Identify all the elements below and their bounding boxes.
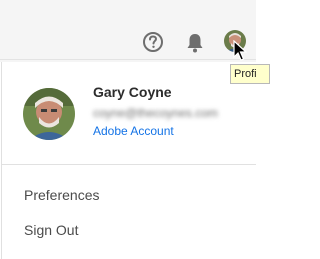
help-icon[interactable]	[142, 31, 164, 53]
profile-menu-panel: Gary Coyne coyne@thecoynes.com Adobe Acc…	[1, 62, 256, 259]
top-bar	[0, 0, 256, 62]
top-bar-divider	[0, 59, 256, 60]
sign-out-menu-item[interactable]: Sign Out	[24, 222, 78, 238]
user-name: Gary Coyne	[93, 84, 172, 100]
menu-divider	[2, 164, 256, 165]
adobe-account-link[interactable]: Adobe Account	[93, 124, 174, 138]
profile-tooltip: Profi	[230, 64, 270, 84]
user-email: coyne@thecoynes.com	[93, 106, 218, 120]
mouse-cursor-icon	[233, 39, 248, 62]
preferences-menu-item[interactable]: Preferences	[24, 187, 99, 203]
profile-avatar-large	[23, 88, 75, 140]
notifications-bell-icon[interactable]	[185, 32, 205, 54]
